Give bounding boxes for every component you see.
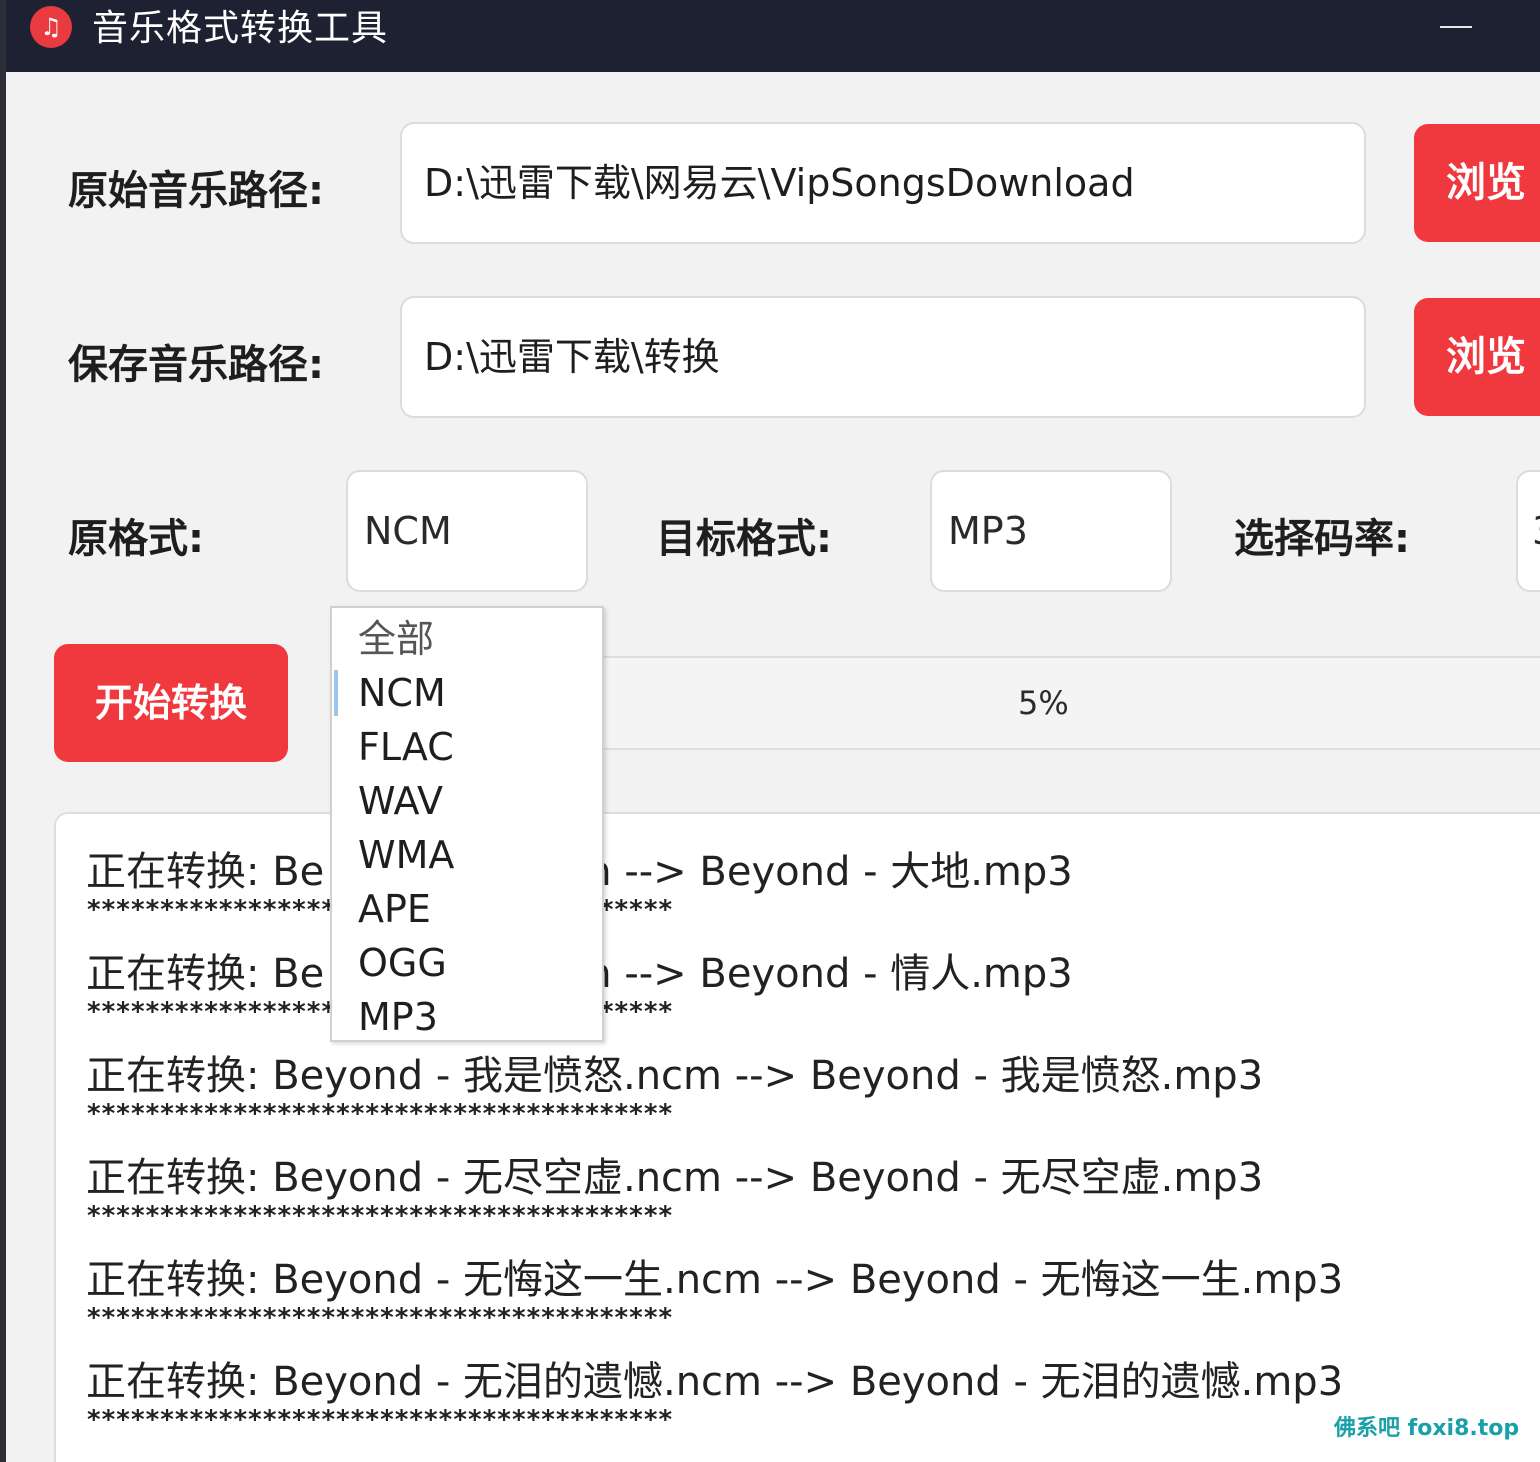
- log-line-prefix: 正在转换: Be: [86, 849, 325, 895]
- music-note-icon: ♫: [30, 6, 72, 48]
- log-line-rest: n --> Beyond - 大地.mp3: [586, 849, 1073, 895]
- source-path-label: 原始音乐路径:: [68, 168, 324, 214]
- dropdown-option-mp3[interactable]: MP3: [358, 990, 438, 1044]
- log-entry: 正在转换: Beyond - 我是愤怒.ncm --> Beyond - 我是愤…: [86, 1052, 1540, 1128]
- dropdown-option-all[interactable]: 全部: [358, 612, 434, 666]
- log-line: 正在转换: Beyond - 无悔这一生.ncm --> Beyond - 无悔…: [86, 1257, 1344, 1303]
- dropdown-option-ogg[interactable]: OGG: [358, 936, 447, 990]
- dropdown-option-ape[interactable]: APE: [358, 882, 431, 936]
- log-separator: ****************************************: [86, 1303, 673, 1333]
- source-format-select[interactable]: NCM: [346, 470, 588, 592]
- log-separator: ****************************************: [86, 1099, 673, 1129]
- target-format-select[interactable]: MP3: [930, 470, 1172, 592]
- log-entry: 正在转换: Beyond - 无悔这一生.ncm --> Beyond - 无悔…: [86, 1256, 1540, 1332]
- log-line-rest: n --> Beyond - 情人.mp3: [586, 951, 1073, 997]
- source-path-input[interactable]: D:\迅雷下载\网易云\VipSongsDownload: [400, 122, 1366, 244]
- log-line: 正在转换: Beyond - 我是愤怒.ncm --> Beyond - 我是愤…: [86, 1053, 1264, 1099]
- title-bar: ♫ 音乐格式转换工具: [6, 0, 1540, 72]
- log-entry: 正在转换: Beyond - 无泪的遗憾.ncm --> Beyond - 无泪…: [86, 1358, 1540, 1434]
- app-window: ♫ 音乐格式转换工具 原始音乐路径: D:\迅雷下载\网易云\VipSongsD…: [6, 0, 1540, 1462]
- source-format-label: 原格式:: [68, 516, 204, 562]
- log-separator: ****************************************: [86, 1201, 673, 1231]
- start-convert-button[interactable]: 开始转换: [54, 644, 288, 762]
- dropdown-option-ncm[interactable]: NCM: [358, 666, 446, 720]
- dropdown-option-wma[interactable]: WMA: [358, 828, 454, 882]
- selected-marker: [334, 670, 338, 716]
- target-format-label: 目标格式:: [656, 516, 832, 562]
- log-separator: ****************************************: [86, 1405, 673, 1435]
- browse-source-button[interactable]: 浏览: [1414, 124, 1540, 242]
- bitrate-label: 选择码率:: [1234, 516, 1410, 562]
- dropdown-option-flac[interactable]: FLAC: [358, 720, 454, 774]
- log-entry: 正在转换: Beyond - 无尽空虚.ncm --> Beyond - 无尽空…: [86, 1154, 1540, 1230]
- bitrate-select[interactable]: 3: [1516, 470, 1540, 592]
- log-line-prefix: 正在转换: Be: [86, 951, 325, 997]
- window-title: 音乐格式转换工具: [92, 8, 389, 49]
- progress-text: 5%: [1018, 684, 1069, 722]
- log-line: 正在转换: Beyond - 无泪的遗憾.ncm --> Beyond - 无泪…: [86, 1359, 1344, 1405]
- save-path-input[interactable]: D:\迅雷下载\转换: [400, 296, 1366, 418]
- save-path-label: 保存音乐路径:: [68, 342, 324, 388]
- log-separator: ****************************************: [86, 896, 1540, 924]
- minimize-icon[interactable]: [1440, 26, 1472, 28]
- log-entry: 正在转换: Be n --> Beyond - 大地.mp3 **********…: [86, 848, 1540, 924]
- progress-bar: 5%: [566, 656, 1540, 750]
- format-dropdown-list[interactable]: 全部 NCM FLAC WAV WMA APE OGG MP3: [330, 606, 604, 1042]
- log-entry: 正在转换: Be n --> Beyond - 情人.mp3 **********…: [86, 950, 1540, 1026]
- browse-save-button[interactable]: 浏览: [1414, 298, 1540, 416]
- log-line: 正在转换: Beyond - 无尽空虚.ncm --> Beyond - 无尽空…: [86, 1155, 1264, 1201]
- conversion-log[interactable]: 正在转换: Be n --> Beyond - 大地.mp3 **********…: [54, 812, 1540, 1462]
- watermark: 佛系吧 foxi8.top: [1334, 1416, 1520, 1441]
- log-separator: ****************************************: [86, 998, 1540, 1026]
- dropdown-option-wav[interactable]: WAV: [358, 774, 443, 828]
